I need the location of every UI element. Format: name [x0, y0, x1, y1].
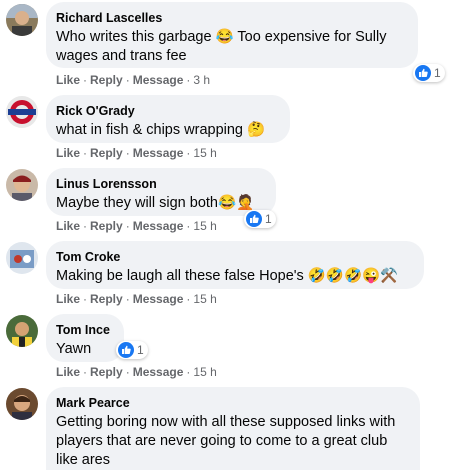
comment-actions: Like · Reply · Message · 15 h: [56, 292, 217, 306]
reply-link[interactable]: Reply: [90, 365, 123, 379]
comment-author[interactable]: Mark Pearce: [56, 395, 408, 411]
comment-actions: Like · Reply · Message · 15 h: [56, 365, 217, 379]
like-thumb-icon: [246, 211, 262, 227]
like-link[interactable]: Like: [56, 219, 80, 233]
reaction-count: 1: [265, 212, 272, 226]
timestamp[interactable]: 15 h: [193, 292, 216, 306]
reply-link[interactable]: Reply: [90, 292, 123, 306]
comment-text: Who writes this garbage 😂 Too expensive …: [56, 29, 387, 64]
comment-bubble: Mark Pearce Getting boring now with all …: [46, 387, 420, 470]
comment-text: Yawn: [56, 341, 92, 357]
like-link[interactable]: Like: [56, 146, 80, 160]
comment-text: what in fish & chips wrapping 🤔: [56, 122, 266, 138]
reply-link[interactable]: Reply: [90, 219, 123, 233]
avatar[interactable]: [6, 315, 38, 347]
reaction-summary[interactable]: 1: [413, 64, 445, 82]
timestamp[interactable]: 15 h: [193, 365, 216, 379]
comment-author[interactable]: Richard Lascelles: [56, 10, 406, 26]
comment-actions: Like · Reply · Message · 15 h: [56, 146, 217, 160]
avatar[interactable]: [6, 169, 38, 201]
comment-text: Making be laugh all these false Hope's 🤣…: [56, 268, 399, 284]
avatar[interactable]: [6, 4, 38, 36]
comment-author[interactable]: Tom Ince: [56, 322, 112, 338]
reaction-summary[interactable]: 1: [244, 210, 276, 228]
comment-author[interactable]: Rick O'Grady: [56, 103, 278, 119]
timestamp[interactable]: 15 h: [193, 219, 216, 233]
comment-author[interactable]: Tom Croke: [56, 249, 412, 265]
message-link[interactable]: Message: [133, 292, 184, 306]
like-thumb-icon: [118, 342, 134, 358]
comment-bubble: Linus Lorensson Maybe they will sign bot…: [46, 168, 276, 216]
message-link[interactable]: Message: [133, 219, 184, 233]
comment-bubble: Tom Ince Yawn: [46, 314, 124, 362]
message-link[interactable]: Message: [133, 73, 184, 87]
avatar[interactable]: [6, 96, 38, 128]
comment-text: Getting boring now with all these suppos…: [56, 414, 396, 468]
like-link[interactable]: Like: [56, 365, 80, 379]
reaction-count: 1: [434, 66, 441, 80]
timestamp[interactable]: 3 h: [193, 73, 210, 87]
comment-bubble: Tom Croke Making be laugh all these fals…: [46, 241, 424, 289]
timestamp[interactable]: 15 h: [193, 146, 216, 160]
message-link[interactable]: Message: [133, 365, 184, 379]
message-link[interactable]: Message: [133, 146, 184, 160]
comment-author[interactable]: Linus Lorensson: [56, 176, 264, 192]
reaction-count: 1: [137, 343, 144, 357]
reaction-summary[interactable]: 1: [116, 341, 148, 359]
like-thumb-icon: [415, 65, 431, 81]
comment-actions: Like · Reply · Message · 15 h: [56, 219, 217, 233]
comment-bubble: Richard Lascelles Who writes this garbag…: [46, 2, 418, 68]
reply-link[interactable]: Reply: [90, 146, 123, 160]
reply-link[interactable]: Reply: [90, 73, 123, 87]
comment-actions: Like · Reply · Message · 3 h: [56, 73, 211, 87]
comment-text: Maybe they will sign both😂🤦: [56, 195, 255, 211]
like-link[interactable]: Like: [56, 292, 80, 306]
comment-bubble: Rick O'Grady what in fish & chips wrappi…: [46, 95, 290, 143]
like-link[interactable]: Like: [56, 73, 80, 87]
avatar[interactable]: [6, 242, 38, 274]
avatar[interactable]: [6, 388, 38, 420]
